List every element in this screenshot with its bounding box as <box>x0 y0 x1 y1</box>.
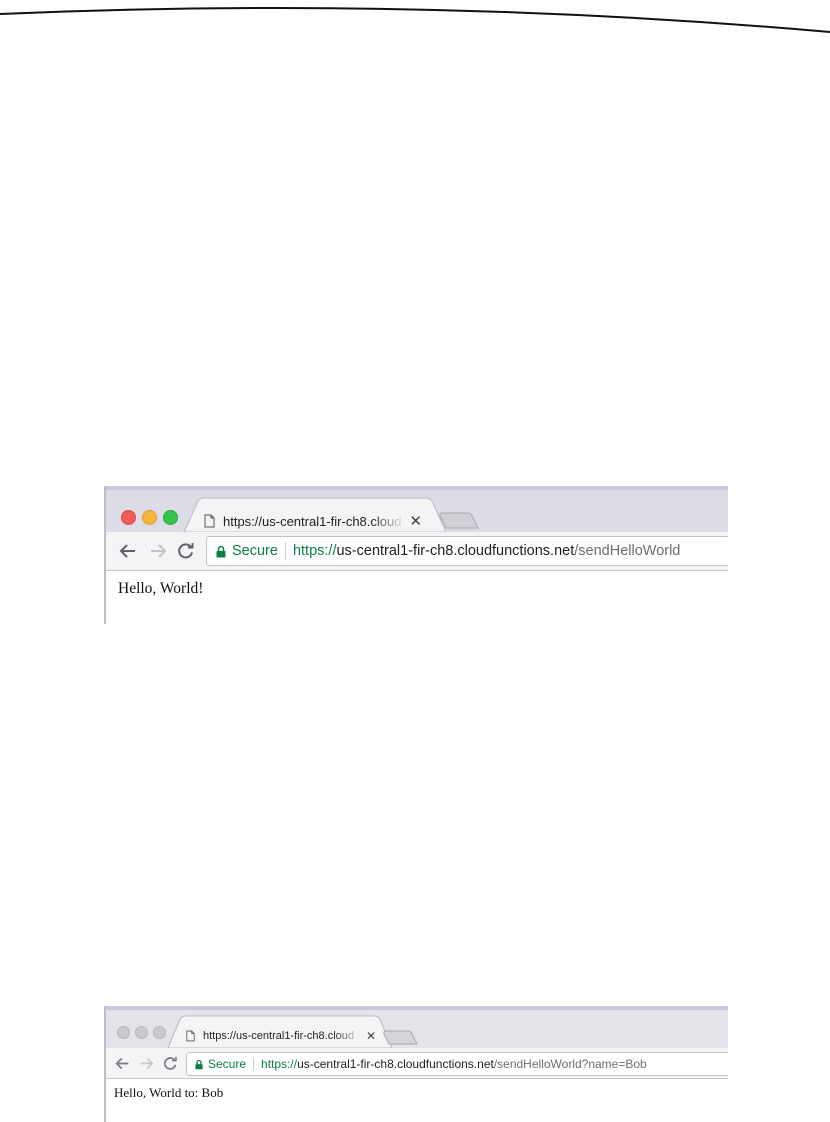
back-arrow-icon[interactable] <box>114 1055 130 1071</box>
tab-title: https://us-central1-fir-ch8.cloud <box>223 513 402 529</box>
lock-icon <box>195 1059 203 1070</box>
secure-label: Secure <box>232 543 278 559</box>
new-tab-button <box>439 512 479 529</box>
tab-strip: https://us-central1-fir-ch8.cloud ✕ <box>106 1006 728 1048</box>
tab-active[interactable]: https://us-central1-fir-ch8.cloud ✕ <box>186 1027 376 1045</box>
tab-strip: https://us-central1-fir-ch8.cloud ✕ <box>106 486 728 532</box>
forward-arrow-icon[interactable] <box>148 541 168 561</box>
omnibox-divider <box>253 1058 255 1070</box>
lock-icon <box>216 545 226 558</box>
page-body-text: Hello, World! <box>118 580 204 597</box>
browser-window-2: https://us-central1-fir-ch8.cloud ✕ Secu… <box>104 1006 728 1122</box>
url-path: /sendHelloWorld?name=Bob <box>493 1057 647 1071</box>
reload-icon[interactable] <box>176 541 196 561</box>
close-tab-icon[interactable]: ✕ <box>366 1030 376 1042</box>
secure-label: Secure <box>208 1057 247 1071</box>
url-scheme: https:// <box>292 543 337 559</box>
url-path: /sendHelloWorld <box>574 543 681 559</box>
address-bar[interactable]: Secure https:// us-central1-fir-ch8.clou… <box>186 1052 728 1076</box>
tab-active[interactable]: https://us-central1-fir-ch8.cloud ✕ <box>204 510 422 532</box>
toolbar: Secure https:// us-central1-fir-ch8.clou… <box>106 532 728 571</box>
url-host: us-central1-fir-ch8.cloudfunctions.net <box>297 1057 494 1071</box>
reload-icon[interactable] <box>162 1055 178 1071</box>
omnibox-divider <box>284 542 286 560</box>
page-icon <box>186 1030 195 1042</box>
url-scheme: https:// <box>261 1057 298 1071</box>
page-edge-curve <box>0 7 830 33</box>
page-body-text: Hello, World to: Bob <box>114 1085 224 1100</box>
address-bar[interactable]: Secure https:// us-central1-fir-ch8.clou… <box>206 536 728 566</box>
toolbar: Secure https:// us-central1-fir-ch8.clou… <box>106 1048 728 1079</box>
tab-title: https://us-central1-fir-ch8.cloud <box>203 1030 355 1042</box>
browser-window-1: https://us-central1-fir-ch8.cloud ✕ Secu… <box>104 486 728 624</box>
page-icon <box>204 514 215 528</box>
url-host: us-central1-fir-ch8.cloudfunctions.net <box>336 543 575 559</box>
close-tab-icon[interactable]: ✕ <box>409 514 422 529</box>
forward-arrow-icon[interactable] <box>138 1055 154 1071</box>
new-tab-button <box>383 1030 418 1045</box>
back-arrow-icon[interactable] <box>118 541 138 561</box>
